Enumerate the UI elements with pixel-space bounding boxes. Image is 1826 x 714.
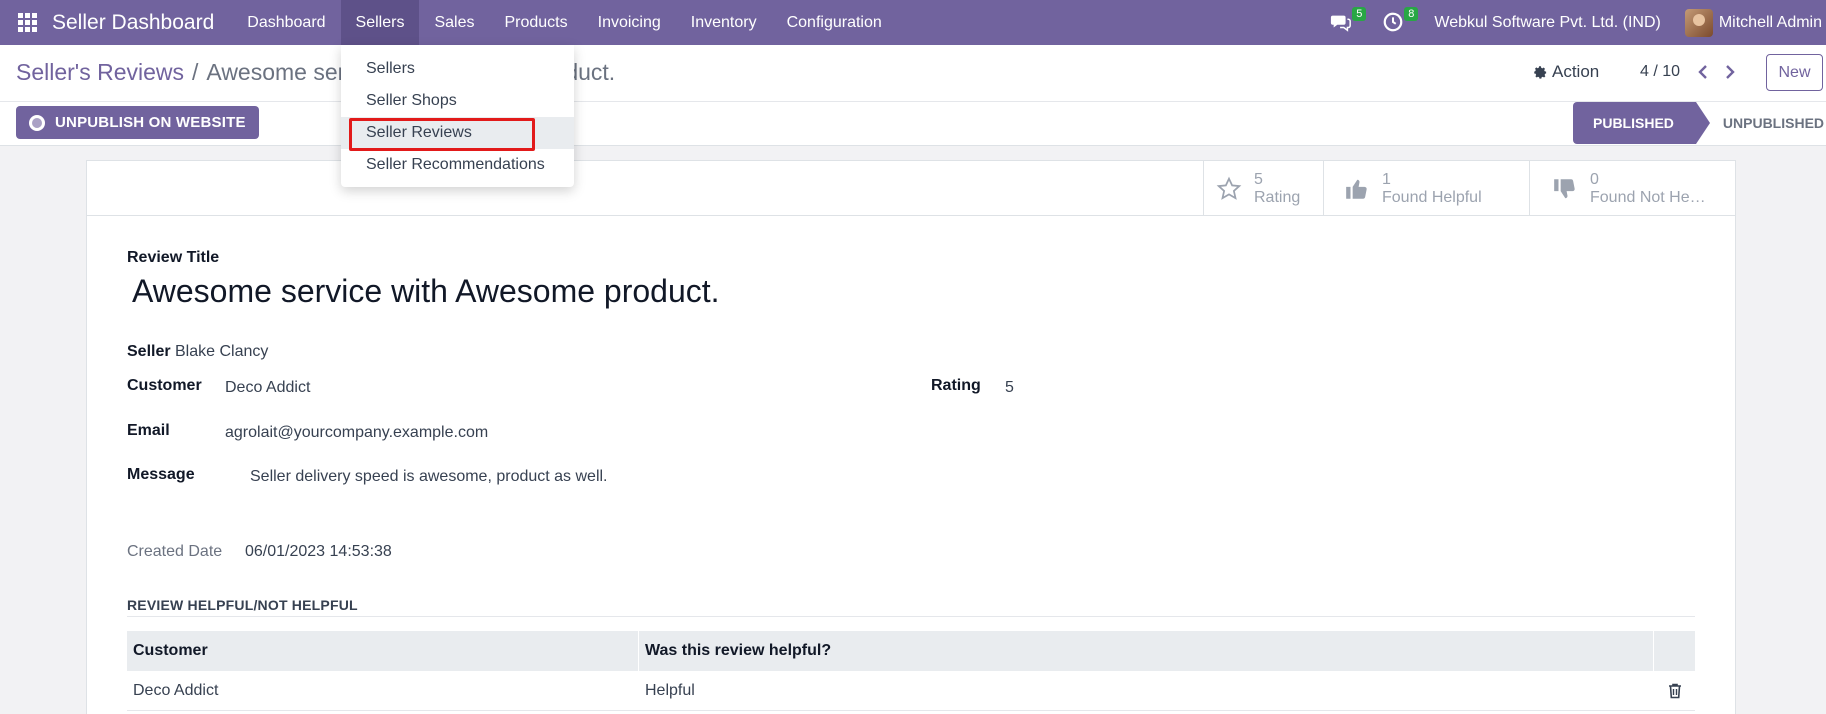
pager-next-button[interactable] bbox=[1720, 61, 1740, 83]
menu-item-seller-reviews[interactable]: Seller Reviews bbox=[341, 117, 574, 151]
column-helpful[interactable]: Was this review helpful? bbox=[639, 631, 1654, 671]
helpful-table: Customer Was this review helpful? Deco A… bbox=[127, 631, 1695, 711]
rating-stat-button[interactable]: 5 Rating bbox=[1203, 161, 1323, 216]
breadcrumb-separator: / bbox=[192, 59, 199, 85]
menu-item-sellers[interactable]: Sellers bbox=[341, 53, 574, 85]
nav-configuration[interactable]: Configuration bbox=[772, 0, 897, 45]
company-switcher[interactable]: Webkul Software Pvt. Ltd. (IND) bbox=[1434, 14, 1660, 32]
email-label: Email bbox=[127, 422, 170, 439]
new-record-button[interactable]: New bbox=[1766, 54, 1823, 91]
nav-inventory[interactable]: Inventory bbox=[676, 0, 772, 45]
nav-dashboard[interactable]: Dashboard bbox=[232, 0, 340, 45]
stage-unpublished[interactable]: UNPUBLISHED bbox=[1696, 102, 1824, 144]
stage-published[interactable]: PUBLISHED bbox=[1573, 102, 1710, 144]
message-field[interactable]: Seller delivery speed is awesome, produc… bbox=[250, 468, 608, 486]
action-menu-button[interactable]: Action bbox=[1533, 62, 1599, 82]
breadcrumb-parent-link[interactable]: Seller's Reviews bbox=[16, 59, 184, 86]
seller-label: Seller bbox=[127, 343, 171, 360]
smart-button-box: 5 Rating 1 Found Helpful 0 Found Not He… bbox=[87, 161, 1735, 216]
trash-icon bbox=[1668, 683, 1681, 698]
gear-icon bbox=[1534, 65, 1547, 79]
nav-sellers[interactable]: Sellers bbox=[340, 0, 420, 45]
found-helpful-label: Found Helpful bbox=[1382, 188, 1482, 206]
message-label: Message bbox=[127, 466, 195, 483]
user-menu[interactable]: Mitchell Admin bbox=[1684, 8, 1822, 37]
apps-grid-icon[interactable] bbox=[16, 12, 38, 34]
app-brand[interactable]: Seller Dashboard bbox=[52, 11, 214, 35]
table-header: Customer Was this review helpful? bbox=[127, 631, 1695, 671]
messages-button[interactable]: 5 bbox=[1330, 6, 1367, 35]
review-title-field[interactable]: Awesome service with Awesome product. bbox=[132, 273, 720, 310]
nav-products[interactable]: Products bbox=[489, 0, 582, 45]
clock-icon bbox=[1384, 12, 1403, 31]
activities-button[interactable]: 8 bbox=[1382, 6, 1419, 35]
avatar bbox=[1684, 8, 1713, 37]
nav-sales[interactable]: Sales bbox=[419, 0, 489, 45]
thumbs-down-icon bbox=[1554, 178, 1575, 198]
found-not-helpful-label: Found Not He… bbox=[1590, 188, 1706, 206]
top-navbar: Seller Dashboard Dashboard Sellers Sales… bbox=[0, 0, 1826, 45]
review-title-label: Review Title bbox=[127, 249, 220, 266]
control-divider bbox=[0, 101, 1826, 102]
pager-value[interactable]: 4 / 10 bbox=[1640, 63, 1680, 81]
helpful-section-title: REVIEW HELPFUL/NOT HELPFUL bbox=[127, 597, 358, 613]
control-panel: Seller's Reviews / Awesome ser duct. Acti… bbox=[0, 45, 1826, 146]
column-customer[interactable]: Customer bbox=[127, 631, 639, 671]
nav-invoicing[interactable]: Invoicing bbox=[583, 0, 676, 45]
section-divider bbox=[127, 616, 1695, 617]
found-not-helpful-value: 0 bbox=[1590, 170, 1599, 188]
menu-item-seller-shops[interactable]: Seller Shops bbox=[341, 85, 574, 117]
found-helpful-value: 1 bbox=[1382, 170, 1391, 188]
user-name: Mitchell Admin bbox=[1718, 13, 1822, 31]
email-field[interactable]: agrolait@yourcompany.example.com bbox=[225, 424, 488, 442]
rating-field[interactable]: 5 bbox=[1005, 379, 1014, 397]
pager-previous-button[interactable] bbox=[1693, 61, 1713, 83]
activities-count-badge: 8 bbox=[1404, 6, 1419, 21]
found-helpful-stat-button[interactable]: 1 Found Helpful bbox=[1323, 161, 1529, 216]
row-helpful-cell[interactable]: Helpful bbox=[639, 671, 1654, 710]
created-date-field: 06/01/2023 14:53:38 bbox=[245, 543, 392, 560]
form-sheet: 5 Rating 1 Found Helpful 0 Found Not He…… bbox=[86, 160, 1736, 714]
sellers-dropdown-menu: Sellers Seller Shops Seller Reviews Sell… bbox=[341, 45, 574, 187]
column-actions bbox=[1654, 631, 1695, 671]
messages-count-badge: 5 bbox=[1352, 6, 1367, 21]
star-icon bbox=[1216, 176, 1242, 200]
thumbs-up-icon bbox=[1346, 179, 1367, 199]
found-not-helpful-stat-button[interactable]: 0 Found Not He… bbox=[1529, 161, 1735, 216]
status-bar: PUBLISHED UNPUBLISHED bbox=[1573, 102, 1824, 144]
highlight-annotation-box bbox=[349, 118, 535, 151]
rating-stat-value: 5 bbox=[1254, 170, 1263, 188]
delete-row-button[interactable] bbox=[1654, 671, 1695, 710]
rating-label: Rating bbox=[931, 377, 981, 394]
created-date-label: Created Date bbox=[127, 543, 223, 560]
rating-stat-label: Rating bbox=[1254, 188, 1301, 206]
unpublish-website-button[interactable]: UNPUBLISH ON WEBSITE bbox=[16, 106, 259, 139]
globe-icon bbox=[29, 114, 45, 131]
seller-field[interactable]: Blake Clancy bbox=[175, 343, 268, 361]
customer-label: Customer bbox=[127, 377, 202, 394]
breadcrumb-current-start: Awesome ser bbox=[206, 59, 346, 85]
row-customer-cell[interactable]: Deco Addict bbox=[127, 671, 639, 710]
customer-field[interactable]: Deco Addict bbox=[225, 379, 310, 397]
table-row[interactable]: Deco Addict Helpful bbox=[127, 671, 1695, 711]
unpublish-label: UNPUBLISH ON WEBSITE bbox=[55, 114, 246, 131]
menu-item-seller-recommendations[interactable]: Seller Recommendations bbox=[341, 149, 574, 181]
chat-icon bbox=[1331, 15, 1352, 32]
chevron-left-icon bbox=[1698, 65, 1707, 79]
chevron-right-icon bbox=[1726, 65, 1735, 79]
action-label: Action bbox=[1552, 62, 1600, 81]
